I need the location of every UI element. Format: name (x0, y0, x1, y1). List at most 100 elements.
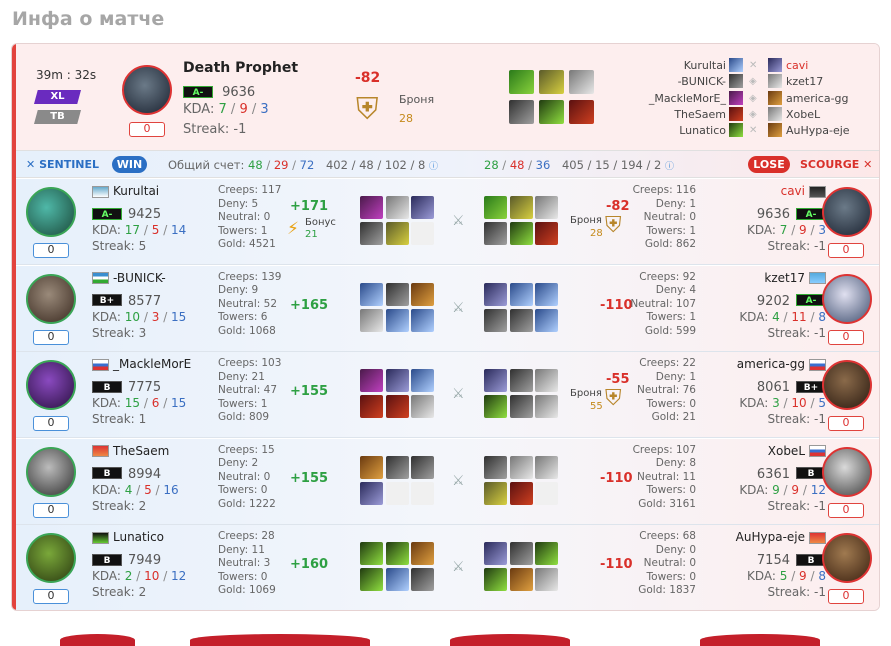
item-icon[interactable] (535, 222, 558, 245)
player-name[interactable]: -BUNICK- (113, 271, 166, 285)
item-icon[interactable] (509, 395, 533, 418)
item-icon[interactable] (411, 481, 434, 505)
item-icon[interactable] (484, 542, 507, 565)
item-icon[interactable] (509, 196, 533, 219)
player-name[interactable]: XobeL (768, 444, 805, 458)
item-icon[interactable] (535, 395, 558, 418)
roster-player[interactable]: america-gg (786, 91, 850, 107)
item-icon[interactable] (411, 568, 434, 591)
item-icon[interactable] (484, 395, 507, 418)
item-icon[interactable] (360, 568, 383, 591)
player-avatar[interactable] (26, 360, 76, 410)
item-icon[interactable] (385, 222, 409, 245)
item-icon[interactable] (360, 369, 383, 392)
item-icon[interactable] (484, 455, 507, 479)
item-icon[interactable] (539, 100, 564, 124)
item-icon[interactable] (411, 196, 434, 219)
player-avatar[interactable] (822, 360, 872, 410)
player-name[interactable]: Lunatico (113, 530, 164, 544)
player-name[interactable]: kzet17 (764, 271, 805, 285)
item-icon[interactable] (509, 222, 533, 245)
roster-player[interactable]: _MackleMorE_ (641, 91, 726, 107)
item-icon[interactable] (535, 369, 558, 392)
player-avatar[interactable] (26, 533, 76, 583)
roster-player[interactable]: Lunatico (641, 123, 726, 139)
player-name[interactable]: _MackleMorE (113, 357, 191, 371)
item-icon[interactable] (484, 308, 507, 332)
item-icon[interactable] (360, 282, 383, 306)
roster-player[interactable]: cavi (786, 58, 850, 74)
player-name[interactable]: Kurultai (113, 184, 159, 198)
item-icon[interactable] (535, 282, 558, 306)
item-icon[interactable] (385, 196, 409, 219)
item-icon[interactable] (569, 70, 594, 94)
player-avatar[interactable] (822, 446, 872, 497)
item-icon[interactable] (535, 481, 558, 505)
item-icon[interactable] (360, 308, 383, 332)
item-icon[interactable] (385, 542, 409, 565)
player-avatar[interactable] (26, 187, 76, 237)
item-icon[interactable] (385, 308, 409, 332)
roster-player[interactable]: XobeL (786, 107, 850, 123)
item-icon[interactable] (535, 568, 558, 591)
item-icon[interactable] (385, 395, 409, 418)
item-icon[interactable] (484, 196, 507, 219)
info-icon[interactable]: ⓘ (429, 162, 438, 172)
item-icon[interactable] (484, 222, 507, 245)
item-icon[interactable] (385, 455, 409, 479)
item-icon[interactable] (484, 369, 507, 392)
item-icon[interactable] (509, 542, 533, 565)
item-icon[interactable] (411, 282, 434, 306)
roster-player[interactable]: Kurultai (641, 58, 726, 74)
player-avatar[interactable] (822, 273, 872, 324)
player-avatar[interactable] (26, 273, 76, 324)
hero-name[interactable]: Death Prophet (183, 60, 298, 76)
item-icon[interactable] (484, 481, 507, 505)
item-icon[interactable] (509, 369, 533, 392)
item-icon[interactable] (411, 455, 434, 479)
item-icon[interactable] (385, 481, 409, 505)
item-icon[interactable] (535, 455, 558, 479)
item-icon[interactable] (509, 100, 534, 124)
roster-player[interactable]: -BUNICK- (641, 74, 726, 90)
roster-player[interactable]: kzet17 (786, 74, 850, 90)
item-icon[interactable] (539, 70, 564, 94)
item-icon[interactable] (535, 542, 558, 565)
item-icon[interactable] (535, 196, 558, 219)
roster-player[interactable]: AuHypa-eje (786, 123, 850, 139)
item-icon[interactable] (411, 308, 434, 332)
item-icon[interactable] (484, 568, 507, 591)
item-icon[interactable] (509, 455, 533, 479)
player-name[interactable]: TheSaem (113, 444, 169, 458)
player-name[interactable]: america-gg (737, 357, 805, 371)
item-icon[interactable] (509, 282, 533, 306)
item-icon[interactable] (411, 542, 434, 565)
item-icon[interactable] (411, 222, 434, 245)
player-avatar[interactable] (822, 187, 872, 237)
item-icon[interactable] (509, 308, 533, 332)
player-avatar[interactable] (822, 533, 872, 583)
item-icon[interactable] (360, 395, 383, 418)
roster-player[interactable]: TheSaem (641, 107, 726, 123)
item-icon[interactable] (535, 308, 558, 332)
item-icon[interactable] (569, 100, 594, 124)
item-icon[interactable] (385, 568, 409, 591)
player-name[interactable]: AuHypa-eje (736, 530, 805, 544)
item-icon[interactable] (385, 369, 409, 392)
player-avatar[interactable] (26, 446, 76, 497)
item-icon[interactable] (385, 282, 409, 306)
item-icon[interactable] (484, 282, 507, 306)
item-icon[interactable] (360, 542, 383, 565)
item-icon[interactable] (360, 455, 383, 479)
hero-avatar[interactable] (122, 65, 172, 115)
item-icon[interactable] (360, 196, 383, 219)
item-icon[interactable] (360, 222, 383, 245)
item-icon[interactable] (411, 395, 434, 418)
item-icon[interactable] (509, 568, 533, 591)
info-icon[interactable]: ⓘ (665, 162, 674, 172)
item-icon[interactable] (360, 481, 383, 505)
item-icon[interactable] (411, 369, 434, 392)
player-name[interactable]: cavi (781, 184, 805, 198)
item-icon[interactable] (509, 481, 533, 505)
item-icon[interactable] (509, 70, 534, 94)
